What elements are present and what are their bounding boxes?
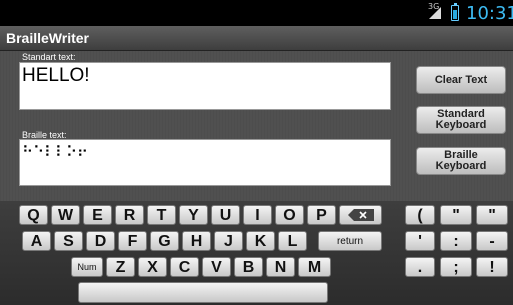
key-q[interactable]: Q xyxy=(19,205,48,225)
key-quote-right[interactable]: " xyxy=(476,205,508,225)
key-i[interactable]: I xyxy=(243,205,272,225)
return-key[interactable]: return xyxy=(318,231,382,251)
key-y[interactable]: Y xyxy=(179,205,208,225)
key-s[interactable]: S xyxy=(54,231,83,251)
num-key[interactable]: Num xyxy=(71,257,103,277)
key-hyphen[interactable]: - xyxy=(476,231,508,251)
key-x[interactable]: X xyxy=(138,257,167,277)
key-t[interactable]: T xyxy=(147,205,176,225)
clear-text-button[interactable]: Clear Text xyxy=(416,66,506,94)
key-z[interactable]: Z xyxy=(106,257,135,277)
backspace-key[interactable] xyxy=(339,205,382,225)
key-w[interactable]: W xyxy=(51,205,80,225)
key-c[interactable]: C xyxy=(170,257,199,277)
key-quote-left[interactable]: " xyxy=(440,205,472,225)
braille-text-field[interactable]: ⠓⠑⠇⠇⠕⠖ xyxy=(19,139,391,186)
key-period[interactable]: . xyxy=(405,257,435,277)
main-content: Standart text: HELLO! Braille text: ⠓⠑⠇⠇… xyxy=(0,51,513,201)
key-open-paren[interactable]: ( xyxy=(405,205,435,225)
app-title: BrailleWriter xyxy=(6,30,89,46)
status-time: 10:31 xyxy=(466,3,513,24)
standard-keyboard-button[interactable]: Standard Keyboard xyxy=(416,106,506,134)
key-k[interactable]: K xyxy=(246,231,275,251)
key-f[interactable]: F xyxy=(118,231,147,251)
standard-text-field[interactable]: HELLO! xyxy=(19,62,391,110)
key-e[interactable]: E xyxy=(83,205,112,225)
keyboard: Q W E R T Y U I O P A S D F G H J K L re… xyxy=(0,201,513,305)
key-h[interactable]: H xyxy=(182,231,211,251)
key-j[interactable]: J xyxy=(214,231,243,251)
key-b[interactable]: B xyxy=(234,257,263,277)
battery-icon xyxy=(451,3,459,21)
backspace-icon xyxy=(347,208,374,221)
braille-keyboard-button[interactable]: Braille Keyboard xyxy=(416,147,506,175)
standard-text-value: HELLO! xyxy=(22,65,90,86)
key-v[interactable]: V xyxy=(202,257,231,277)
key-p[interactable]: P xyxy=(307,205,336,225)
key-r[interactable]: R xyxy=(115,205,144,225)
braille-text-value: ⠓⠑⠇⠇⠕⠖ xyxy=(22,143,88,161)
key-semicolon[interactable]: ; xyxy=(440,257,472,277)
signal-icon: 3G xyxy=(427,2,443,20)
space-key[interactable] xyxy=(78,282,328,303)
key-n[interactable]: N xyxy=(266,257,295,277)
key-d[interactable]: D xyxy=(86,231,115,251)
key-a[interactable]: A xyxy=(22,231,51,251)
key-apostrophe[interactable]: ' xyxy=(405,231,435,251)
key-m[interactable]: M xyxy=(298,257,331,277)
standard-text-label: Standart text: xyxy=(22,52,76,62)
key-colon[interactable]: : xyxy=(440,231,472,251)
key-l[interactable]: L xyxy=(278,231,307,251)
key-exclamation[interactable]: ! xyxy=(476,257,508,277)
title-bar: BrailleWriter xyxy=(0,26,513,51)
status-bar: 3G 10:31 xyxy=(0,0,513,26)
key-o[interactable]: O xyxy=(275,205,304,225)
key-u[interactable]: U xyxy=(211,205,240,225)
key-g[interactable]: G xyxy=(150,231,179,251)
